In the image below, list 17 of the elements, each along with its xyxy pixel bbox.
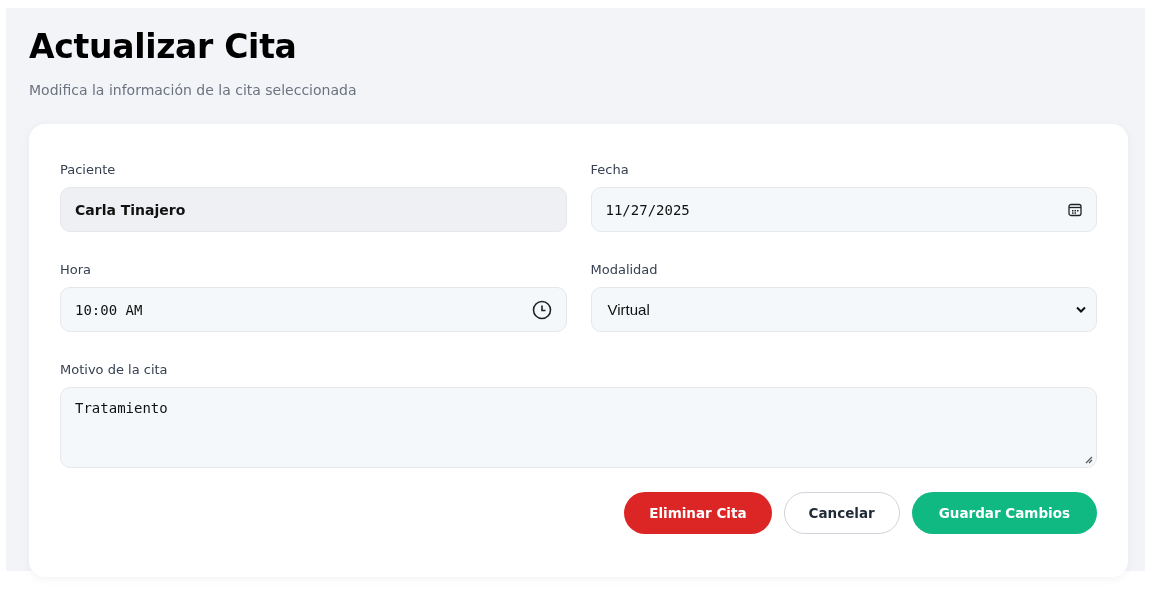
dropdown[interactable]: Virtual xyxy=(590,287,1097,332)
delete-button[interactable]: Eliminar Cita xyxy=(624,492,772,534)
field-label: Hora xyxy=(60,262,93,277)
resize-handle-icon[interactable] xyxy=(1085,456,1093,464)
page-title: Actualizar Cita xyxy=(29,26,298,68)
field-label: Modalidad xyxy=(590,262,659,277)
time-field[interactable]: 10:00 AM xyxy=(60,287,567,332)
field-label: Paciente xyxy=(60,162,117,177)
calendar-icon[interactable] xyxy=(1068,202,1082,217)
field-label: Motivo de la cita xyxy=(60,362,169,377)
page-subtitle: Modifica la información de la cita seleccionada xyxy=(29,82,358,98)
cancel-button[interactable]: Cancelar xyxy=(783,492,900,534)
date-field[interactable]: 11/27/2025 xyxy=(590,187,1097,232)
text-area[interactable]: Tratamiento xyxy=(60,387,1097,468)
chevron-down-icon[interactable] xyxy=(1076,306,1086,313)
clock-icon[interactable] xyxy=(531,299,552,320)
field-label: Fecha xyxy=(590,162,630,177)
